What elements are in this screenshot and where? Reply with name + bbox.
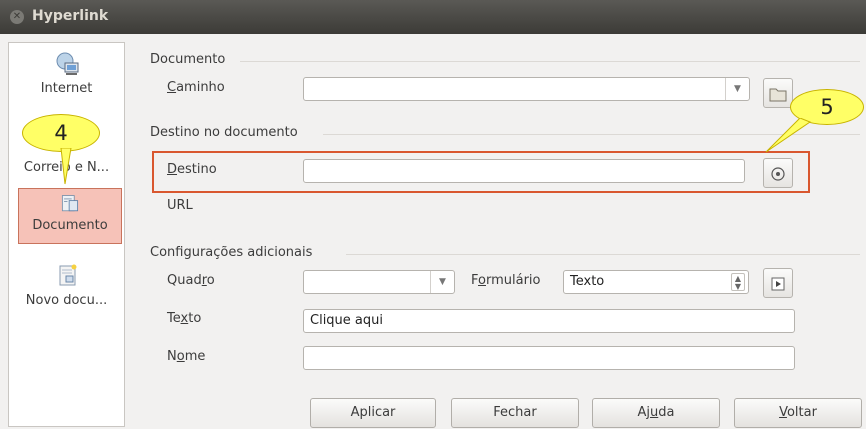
title-bar: ✕ Hyperlink [0,0,866,34]
button-label: oltar [786,405,817,420]
frame-combobox[interactable]: ▼ [303,270,455,294]
sidebar-item-label: Internet [40,81,93,96]
chevron-down-icon[interactable]: ▼ [430,271,454,293]
label-text: rmulário [485,273,541,288]
form-value: Texto [570,274,605,289]
target-icon [771,167,785,181]
path-label: Caminho [167,80,225,95]
mnemonic-char: C [167,80,177,95]
url-label: URL [167,198,193,213]
close-button[interactable]: Fechar [451,398,579,428]
target-label: Destino [167,162,217,177]
label-text: aminho [176,80,225,95]
open-file-button[interactable] [763,78,793,108]
folder-icon [769,88,787,102]
hyperlink-type-sidebar: Internet Correio e N... Documento Novo d… [8,42,125,427]
sidebar-item-internet[interactable]: Internet [9,51,124,96]
label-text: to [188,311,202,326]
name-input[interactable] [303,346,795,370]
globe-computer-icon [56,52,78,75]
text-input[interactable]: Clique aqui [303,309,795,333]
button-label: da [658,405,675,420]
annotation-number: 5 [820,95,834,119]
events-icon [771,277,785,291]
label-text: o [206,273,215,288]
frame-label: Quadro [167,273,215,288]
section-document-title: Documento [150,52,226,67]
back-button[interactable]: Voltar [734,398,862,428]
close-icon[interactable]: ✕ [10,10,24,24]
new-document-icon [59,264,76,286]
button-label: Aplicar [350,405,396,420]
annotation-callout-4: 4 [22,114,100,152]
button-label: Aj [637,405,651,420]
annotation-arrow-4 [60,148,72,185]
label-text: F [471,273,479,288]
section-target-title: Destino no documento [150,125,298,140]
sidebar-item-label: Novo docu... [25,293,108,308]
section-divider [240,61,860,62]
text-value: Clique aqui [310,313,383,328]
document-target-icon [61,195,79,212]
section-divider [346,254,860,255]
target-in-document-button[interactable] [763,158,793,188]
button-label: Fechar [493,405,537,420]
updown-arrows-icon[interactable]: ▲ ▼ [731,273,745,291]
path-combobox[interactable]: ▼ [303,77,750,101]
label-text: me [184,349,206,364]
label-text: N [167,349,177,364]
name-label: Nome [167,349,205,364]
annotation-arrow-5 [765,118,812,153]
sidebar-item-new-document[interactable]: Novo docu... [9,263,124,308]
annotation-number: 4 [54,121,68,145]
label-text: estino [177,162,217,177]
sidebar-item-label: Documento [32,218,108,233]
label-text: Quad [167,273,202,288]
mnemonic-char: D [167,162,178,177]
form-label: Formulário [471,273,541,288]
mnemonic-char: o [478,273,486,288]
mnemonic-char: V [779,405,787,420]
form-select[interactable]: Texto ▲ ▼ [563,270,749,294]
label-text: Te [167,311,181,326]
events-button[interactable] [763,268,793,298]
apply-button[interactable]: Aplicar [310,398,436,428]
chevron-down-icon[interactable]: ▼ [725,78,749,100]
window-title: Hyperlink [32,8,109,24]
sidebar-item-document[interactable]: Documento [18,188,122,244]
help-button[interactable]: Ajuda [592,398,720,428]
target-input[interactable] [303,159,745,183]
mnemonic-char: o [176,349,185,364]
text-label: Texto [167,311,201,326]
section-additional-title: Configurações adicionais [150,245,313,260]
